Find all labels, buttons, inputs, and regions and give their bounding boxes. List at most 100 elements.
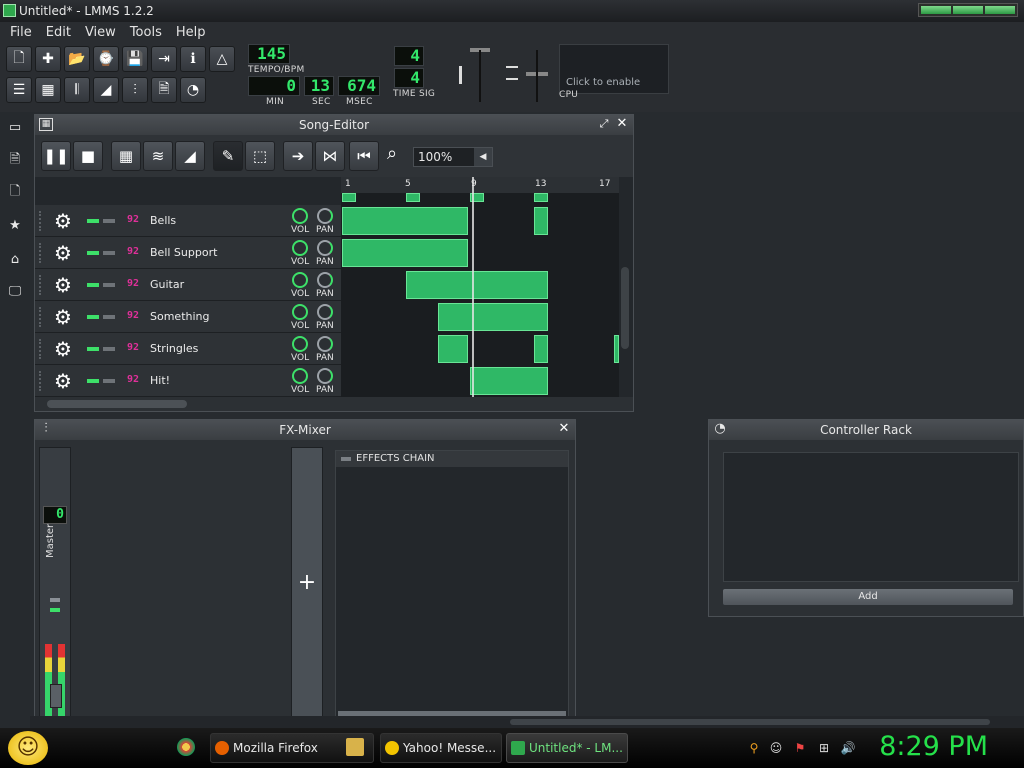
info-icon[interactable]: ℹ	[180, 46, 206, 72]
vertical-scrollbar[interactable]	[621, 267, 629, 349]
volume-knob[interactable]	[292, 240, 308, 256]
song-editor-hscrollbar[interactable]	[35, 397, 633, 411]
add-automation-track-icon[interactable]: ◢	[175, 141, 205, 171]
maximize-button[interactable]	[953, 6, 983, 14]
track-name[interactable]: Stringles	[150, 342, 198, 355]
pattern-block[interactable]	[342, 193, 356, 202]
track-name[interactable]: Bell Support	[150, 246, 217, 259]
metronome-icon[interactable]: △	[209, 46, 235, 72]
mute-toggle[interactable]	[87, 379, 99, 383]
taskbar-task-lmms[interactable]: Untitled* - LM...	[506, 733, 628, 763]
track-grip[interactable]	[39, 371, 43, 391]
solo-toggle[interactable]	[103, 315, 115, 319]
gear-icon[interactable]: ⚙	[52, 210, 74, 232]
new-project-icon[interactable]: 🗋	[6, 46, 32, 72]
my-projects-icon[interactable]: 🗎	[7, 152, 23, 168]
solo-toggle[interactable]	[103, 347, 115, 351]
gear-icon[interactable]: ⚙	[52, 274, 74, 296]
track-grip[interactable]	[39, 339, 43, 359]
pattern-block[interactable]	[342, 239, 468, 267]
pan-knob[interactable]	[317, 272, 333, 288]
mute-toggle[interactable]	[87, 347, 99, 351]
volume-knob[interactable]	[292, 336, 308, 352]
volume-knob[interactable]	[292, 368, 308, 384]
new-from-template-icon[interactable]: ✚	[35, 46, 61, 72]
gear-icon[interactable]: ⚙	[52, 338, 74, 360]
clock[interactable]: 8:29 PM	[879, 731, 988, 762]
workspace-hscrollbar[interactable]	[30, 716, 1024, 728]
pattern-block[interactable]	[534, 335, 548, 363]
menu-file[interactable]: File	[4, 22, 38, 44]
mute-toggle[interactable]	[87, 251, 99, 255]
pattern-block[interactable]	[534, 193, 548, 202]
track-grip[interactable]	[39, 275, 43, 295]
my-presets-icon[interactable]: ★	[7, 218, 23, 234]
auto-scroll-icon[interactable]: ➔	[283, 141, 313, 171]
pattern-block[interactable]	[470, 367, 548, 395]
stop-icon[interactable]: ■	[73, 141, 103, 171]
channel-mute-toggle[interactable]	[50, 598, 60, 602]
controller-rack-icon[interactable]: ◔	[180, 77, 206, 103]
pan-knob[interactable]	[317, 304, 333, 320]
pattern-block[interactable]	[534, 207, 548, 235]
gear-icon[interactable]: ⚙	[52, 370, 74, 392]
solo-toggle[interactable]	[103, 219, 115, 223]
gear-icon[interactable]: ⚙	[52, 306, 74, 328]
add-beat-bassline-icon[interactable]: ▦	[111, 141, 141, 171]
add-channel-button[interactable]: +	[291, 447, 323, 717]
pattern-block[interactable]	[438, 335, 468, 363]
add-controller-button[interactable]: Add	[723, 589, 1013, 605]
track-grip[interactable]	[39, 211, 43, 231]
mute-toggle[interactable]	[87, 283, 99, 287]
chrome-icon[interactable]	[177, 738, 195, 756]
track-name[interactable]: Hit!	[150, 374, 170, 387]
pattern-block[interactable]	[406, 193, 420, 202]
volume-fader[interactable]	[50, 684, 62, 708]
flag-icon[interactable]: ⚑	[792, 740, 808, 756]
pan-knob[interactable]	[317, 208, 333, 224]
minimize-button[interactable]	[921, 6, 951, 14]
zoom-select[interactable]: 100% ◀	[413, 147, 493, 167]
track-grip[interactable]	[39, 243, 43, 263]
pan-knob[interactable]	[317, 240, 333, 256]
piano-roll-icon[interactable]: 𝄃	[64, 77, 90, 103]
maximize-icon[interactable]: ⤢	[597, 117, 611, 131]
pattern-block[interactable]	[406, 271, 548, 299]
export-project-icon[interactable]: ⇥	[151, 46, 177, 72]
track-name[interactable]: Guitar	[150, 278, 184, 291]
pan-knob[interactable]	[317, 336, 333, 352]
recent-projects-icon[interactable]: ⌚	[93, 46, 119, 72]
gear-icon[interactable]: ⚙	[52, 242, 74, 264]
fx-mixer-icon[interactable]: ⫶	[122, 77, 148, 103]
pattern-block[interactable]	[614, 335, 619, 363]
open-project-icon[interactable]: 📂	[64, 46, 90, 72]
pause-icon[interactable]: ❚❚	[41, 141, 71, 171]
menu-tools[interactable]: Tools	[124, 22, 168, 44]
track-name[interactable]: Something	[150, 310, 210, 323]
cpu-load-widget[interactable]: Click to enable	[559, 44, 669, 94]
taskbar-task-yahoo[interactable]: Yahoo! Messe...	[380, 733, 502, 763]
my-samples-icon[interactable]: 🗋	[7, 184, 23, 200]
tempo-display[interactable]: 145	[248, 44, 290, 64]
folder-icon[interactable]	[346, 738, 364, 756]
scroll-thumb[interactable]	[510, 719, 990, 725]
my-computer-icon[interactable]: 🖵	[7, 284, 23, 300]
close-icon[interactable]: ✕	[557, 422, 571, 436]
volume-icon[interactable]: 🔊	[840, 740, 856, 756]
timesig-numerator[interactable]: 4	[394, 46, 424, 66]
track-grip[interactable]	[39, 307, 43, 327]
messenger-tray-icon[interactable]: ☺	[768, 740, 784, 756]
save-project-icon[interactable]: 💾	[122, 46, 148, 72]
search-icon[interactable]: ⚲	[746, 740, 762, 756]
master-channel-strip[interactable]: 0 Master	[39, 447, 71, 718]
automation-editor-icon[interactable]: ◢	[93, 77, 119, 103]
edit-mode-icon[interactable]: ⬚	[245, 141, 275, 171]
instrument-icon[interactable]: 92	[127, 342, 145, 354]
pattern-block[interactable]	[438, 303, 548, 331]
mute-toggle[interactable]	[87, 315, 99, 319]
pan-knob[interactable]	[317, 368, 333, 384]
volume-knob[interactable]	[292, 272, 308, 288]
menu-view[interactable]: View	[79, 22, 122, 44]
network-icon[interactable]: ⊞	[816, 740, 832, 756]
instrument-icon[interactable]: 92	[127, 278, 145, 290]
